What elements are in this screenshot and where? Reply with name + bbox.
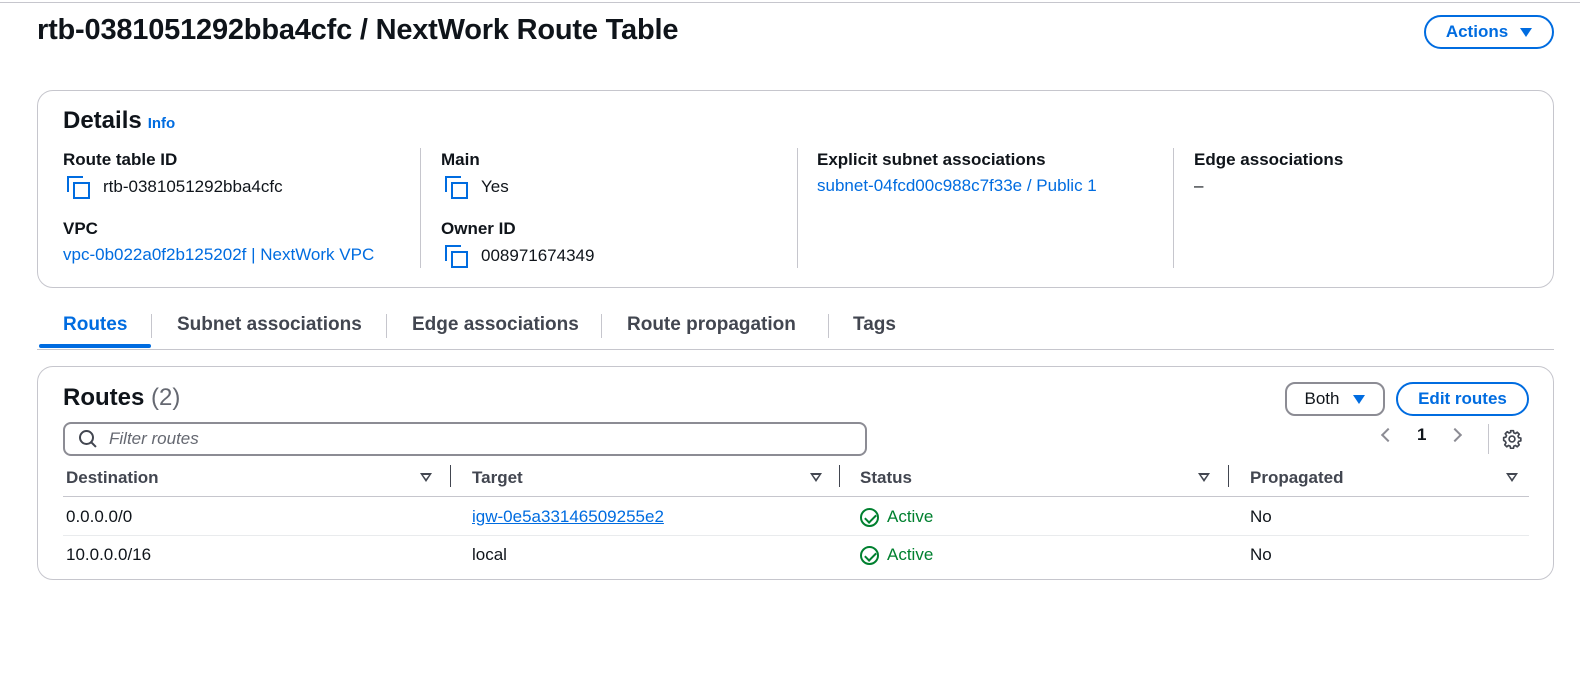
copy-icon[interactable] <box>445 176 468 199</box>
actions-label: Actions <box>1445 22 1509 41</box>
status-cell: Active <box>860 545 933 565</box>
details-heading: Details Info <box>63 107 175 135</box>
column-divider <box>1173 148 1174 268</box>
status-cell: Active <box>860 507 933 527</box>
search-input[interactable] <box>109 429 809 449</box>
sort-icon[interactable] <box>1198 473 1210 482</box>
tab-bar: Routes Subnet associations Edge associat… <box>37 304 1554 350</box>
caret-down-icon <box>1520 27 1533 37</box>
check-circle-icon <box>860 545 879 565</box>
details-title: Details <box>63 107 142 134</box>
routes-table-header: Destination Target Status Propagated <box>63 463 1529 497</box>
column-header-destination[interactable]: Destination <box>66 468 159 488</box>
gear-icon[interactable] <box>1502 429 1522 449</box>
edge-associations-value: – <box>1194 176 1204 195</box>
chevron-right-icon[interactable] <box>1448 427 1463 443</box>
tab-tags[interactable]: Tags <box>853 314 896 336</box>
tab-divider <box>601 314 602 338</box>
route-filter-value: Both <box>1304 389 1340 408</box>
owner-id-value-row: 008971674349 <box>441 245 595 268</box>
top-divider <box>0 2 1580 3</box>
tab-divider <box>828 314 829 338</box>
main-label: Main <box>441 150 480 169</box>
main-value: Yes <box>481 177 509 196</box>
pagination: 1 <box>1380 425 1463 445</box>
routes-title: Routes <box>63 384 145 411</box>
column-divider <box>420 148 421 268</box>
tab-divider <box>386 314 387 338</box>
column-header-propagated[interactable]: Propagated <box>1250 468 1344 488</box>
route-table-id-field: Route table ID rtb-0381051292bba4cfc <box>63 150 283 199</box>
tab-edge-associations[interactable]: Edge associations <box>412 314 579 336</box>
tab-routes[interactable]: Routes <box>63 314 127 336</box>
search-icon <box>79 430 97 448</box>
tab-route-propagation[interactable]: Route propagation <box>627 314 796 336</box>
edge-associations-label: Edge associations <box>1194 150 1344 169</box>
owner-id-field: Owner ID 008971674349 <box>441 219 595 268</box>
copy-icon[interactable] <box>445 245 468 268</box>
page-number[interactable]: 1 <box>1417 425 1426 445</box>
tab-subnet-associations[interactable]: Subnet associations <box>177 314 362 336</box>
routes-panel: Routes (2) Both Edit routes 1 Destinatio… <box>37 366 1554 580</box>
destination-cell: 10.0.0.0/16 <box>66 545 152 564</box>
route-table-id-label: Route table ID <box>63 150 178 169</box>
propagated-cell: No <box>1250 545 1272 564</box>
explicit-subnet-link[interactable]: subnet-04fcd00c988c7f33e / Public 1 <box>817 176 1097 196</box>
sort-icon[interactable] <box>810 473 822 482</box>
routes-count: (2) <box>151 384 181 411</box>
pager-divider <box>1488 424 1489 454</box>
route-table-id-value: rtb-0381051292bba4cfc <box>103 177 283 196</box>
page-title: rtb-0381051292bba4cfc / NextWork Route T… <box>37 14 679 46</box>
info-link[interactable]: Info <box>148 115 176 132</box>
main-value-row: Yes <box>441 176 509 199</box>
route-filter-select[interactable]: Both <box>1285 382 1385 416</box>
sort-icon[interactable] <box>420 473 432 482</box>
main-field: Main Yes <box>441 150 509 199</box>
status-text: Active <box>887 545 934 564</box>
column-resize-handle[interactable] <box>1228 465 1229 487</box>
route-table-id-value-row: rtb-0381051292bba4cfc <box>63 176 283 199</box>
edge-associations-field: Edge associations – <box>1194 150 1343 196</box>
destination-cell: 0.0.0.0/0 <box>66 507 133 526</box>
column-divider <box>797 148 798 268</box>
target-cell: local <box>472 545 507 564</box>
vpc-label: VPC <box>63 219 98 238</box>
owner-id-value: 008971674349 <box>481 246 595 265</box>
active-tab-indicator <box>39 344 151 348</box>
table-row: 0.0.0.0/0 igw-0e5a33146509255e2 Active N… <box>63 498 1529 536</box>
copy-icon[interactable] <box>67 176 90 199</box>
tab-divider <box>151 314 152 338</box>
explicit-subnet-field: Explicit subnet associations subnet-04fc… <box>817 150 1097 196</box>
check-circle-icon <box>860 507 879 527</box>
column-header-status[interactable]: Status <box>860 468 912 488</box>
status-text: Active <box>887 507 934 526</box>
routes-heading: Routes (2) <box>63 384 180 412</box>
vpc-field: VPC vpc-0b022a0f2b125202f | NextWork VPC <box>63 219 374 265</box>
filter-routes-search <box>63 422 867 456</box>
target-link[interactable]: igw-0e5a33146509255e2 <box>472 507 664 526</box>
column-resize-handle[interactable] <box>839 465 840 487</box>
chevron-left-icon[interactable] <box>1380 427 1396 443</box>
caret-down-icon <box>1353 394 1366 404</box>
propagated-cell: No <box>1250 507 1272 526</box>
column-header-target[interactable]: Target <box>472 468 523 488</box>
edit-routes-button[interactable]: Edit routes <box>1396 382 1529 416</box>
sort-icon[interactable] <box>1506 473 1518 482</box>
explicit-subnet-label: Explicit subnet associations <box>817 150 1046 169</box>
details-panel: Details Info Route table ID rtb-038105129… <box>37 90 1554 288</box>
vpc-link[interactable]: vpc-0b022a0f2b125202f | NextWork VPC <box>63 245 374 265</box>
actions-button[interactable]: Actions <box>1424 15 1554 49</box>
column-resize-handle[interactable] <box>450 465 451 487</box>
table-row: 10.0.0.0/16 local Active No <box>63 536 1529 574</box>
owner-id-label: Owner ID <box>441 219 516 238</box>
